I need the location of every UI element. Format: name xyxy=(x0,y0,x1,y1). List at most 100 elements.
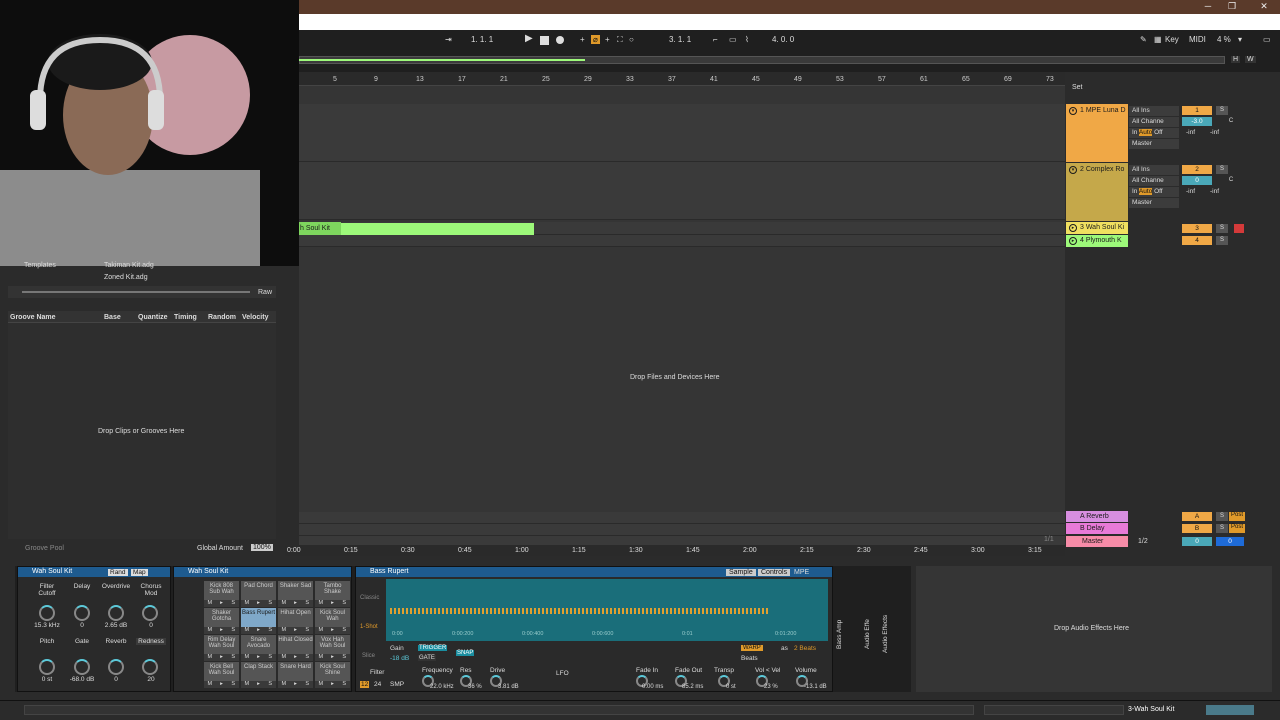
beat-ruler[interactable]: 5 9 13 17 21 25 29 33 37 41 45 49 53 57 … xyxy=(299,72,1065,86)
arrangement-position[interactable]: 1. 1. 1 xyxy=(471,35,493,44)
minimize-button[interactable]: ─ xyxy=(1200,1,1216,11)
macro-knob[interactable] xyxy=(39,659,55,675)
volume-field[interactable]: -3.0 xyxy=(1182,117,1212,126)
post-button[interactable]: Post xyxy=(1229,512,1245,521)
track-lane[interactable] xyxy=(299,162,1065,220)
rand-button[interactable]: Rand xyxy=(108,569,128,576)
macro-knob[interactable] xyxy=(39,605,55,621)
time-ruler[interactable]: 0:00 0:15 0:30 0:45 1:00 1:15 1:30 1:45 … xyxy=(285,546,1065,556)
lfo-label[interactable]: LFO xyxy=(556,670,569,677)
mode-oneshot[interactable]: 1-Shot xyxy=(360,624,378,630)
bass-amp-label[interactable]: Bass Amp xyxy=(836,580,846,688)
master-output[interactable]: 1/2 xyxy=(1138,538,1148,545)
grid-icon[interactable]: ▦ xyxy=(1154,35,1162,44)
metronome-icon[interactable]: ○ xyxy=(629,35,634,44)
browser-file[interactable]: Zoned Kit.adg xyxy=(104,274,148,281)
drum-pad[interactable]: Kick Bell Wah Soul M ▸ S xyxy=(204,662,240,688)
mode-slice[interactable]: Slice xyxy=(362,653,375,659)
return-activator[interactable]: A xyxy=(1182,512,1212,521)
arm-button[interactable] xyxy=(1234,224,1244,233)
track-lane[interactable] xyxy=(299,104,1065,162)
drum-pad[interactable]: Rim Delay Wah Soul M ▸ S xyxy=(204,635,240,661)
tab-sample[interactable]: Sample xyxy=(726,569,756,576)
raw-button[interactable]: Raw xyxy=(258,289,272,296)
drum-pad[interactable]: Kick 808 Sub Wah M ▸ S xyxy=(204,581,240,607)
solo-button[interactable]: S xyxy=(1216,106,1228,115)
master-pan[interactable]: 0 xyxy=(1216,537,1244,546)
groove-pool-area[interactable]: Drop Clips or Grooves Here xyxy=(8,323,276,539)
input-select[interactable]: All Ins xyxy=(1129,106,1179,116)
arrangement-overview[interactable]: H W xyxy=(299,50,1280,72)
hw-icon[interactable]: ▭ xyxy=(1263,35,1271,44)
fold-icon[interactable]: ▸ xyxy=(1069,237,1077,245)
drum-pad[interactable]: Shaker Gotcha M ▸ S xyxy=(204,608,240,634)
tab-mpe[interactable]: MPE xyxy=(794,569,809,576)
audio-effects-drop-zone[interactable]: Drop Audio Effects Here xyxy=(916,566,1272,692)
return-lane[interactable] xyxy=(299,512,1065,524)
global-amount-value[interactable]: 100% xyxy=(251,544,273,551)
drum-rack-title-bar[interactable]: Wah Soul Kit xyxy=(174,567,351,577)
channel-select[interactable]: All Channe xyxy=(1129,117,1179,127)
track-activator[interactable]: 2 xyxy=(1182,165,1212,174)
return-activator[interactable]: B xyxy=(1182,524,1212,533)
track-lane[interactable] xyxy=(299,235,1065,247)
h-button[interactable]: H xyxy=(1231,56,1241,63)
close-button[interactable]: ✕ xyxy=(1256,1,1272,12)
map-button[interactable]: Map xyxy=(131,569,148,576)
drum-pad[interactable]: Snare Hard M ▸ S xyxy=(278,662,314,688)
master-lane[interactable] xyxy=(299,536,1065,546)
key-map-button[interactable]: Key xyxy=(1165,35,1179,44)
smp-select[interactable]: SMP xyxy=(390,681,404,688)
fold-icon[interactable]: ▾ xyxy=(1069,166,1077,174)
drum-pad[interactable]: Kick Soul Shine M ▸ S xyxy=(315,662,351,688)
macro-knob[interactable] xyxy=(142,605,158,621)
macro-knob[interactable] xyxy=(108,659,124,675)
solo-button[interactable]: S xyxy=(1216,512,1228,521)
pan-field[interactable]: C xyxy=(1225,117,1237,126)
w-button[interactable]: W xyxy=(1245,56,1256,63)
fold-icon[interactable]: ▸ xyxy=(1069,224,1077,232)
restore-button[interactable]: ❐ xyxy=(1224,1,1240,12)
track-activator[interactable]: 3 xyxy=(1182,224,1212,233)
volume-field[interactable]: 0 xyxy=(1182,176,1212,185)
audio-effects-label[interactable]: Audio Effe xyxy=(864,580,874,688)
track-name[interactable]: ▸ 3 Wah Soul Ki xyxy=(1066,222,1128,234)
gate-button[interactable]: GATE xyxy=(418,655,436,661)
macro-knob[interactable] xyxy=(74,659,90,675)
drum-pad[interactable]: Clap Stack M ▸ S xyxy=(241,662,277,688)
beats-value[interactable]: 2 Beats xyxy=(794,645,816,652)
pan-field[interactable]: C xyxy=(1225,176,1237,185)
browser-item[interactable]: Templates xyxy=(24,262,56,269)
audio-effects-label[interactable]: Audio Effects xyxy=(882,580,892,688)
drum-pad[interactable]: Kick Soul Wah M ▸ S xyxy=(315,608,351,634)
browser-file[interactable]: Takiman Kit.adg xyxy=(104,262,154,269)
input-select[interactable]: All Ins xyxy=(1129,165,1179,175)
solo-button[interactable]: S xyxy=(1216,236,1228,245)
output-select[interactable]: Master xyxy=(1129,198,1179,208)
pencil-icon[interactable]: ✎ xyxy=(1140,35,1147,44)
chevron-down-icon[interactable]: ▾ xyxy=(1238,35,1242,44)
solo-button[interactable]: S xyxy=(1216,224,1228,233)
drum-pad[interactable]: Pad Chord M ▸ S xyxy=(241,581,277,607)
keyboard-icon[interactable]: ▭ xyxy=(729,35,737,44)
monitor-controls[interactable]: In Auto Off xyxy=(1129,187,1179,197)
drum-pad[interactable]: Hihat Open M ▸ S xyxy=(278,608,314,634)
track-name[interactable]: ▾ 2 Complex Ro xyxy=(1066,163,1128,221)
loop-start[interactable]: 3. 1. 1 xyxy=(669,35,691,44)
drum-pad[interactable]: Snare Avocado M ▸ S xyxy=(241,635,277,661)
gain-value[interactable]: -18 dB xyxy=(390,655,409,662)
track-name[interactable]: ▾ 1 MPE Luna D xyxy=(1066,104,1128,162)
snap-button[interactable]: SNAP xyxy=(456,650,475,656)
post-button[interactable]: Post xyxy=(1229,524,1245,533)
midi-map-button[interactable]: MIDI xyxy=(1189,35,1206,44)
drum-pad[interactable]: Vox Hah Wah Soul M ▸ S xyxy=(315,635,351,661)
beats-select[interactable]: Beats xyxy=(741,655,758,662)
selected-track-label[interactable]: 3-Wah Soul Kit xyxy=(1128,706,1174,713)
automation-arm-icon[interactable]: ⌀ xyxy=(591,35,600,44)
waveform-display[interactable]: 0:00 0:00:200 0:00:400 0:00:600 0:01 0:0… xyxy=(386,579,828,641)
drum-pad[interactable]: Hihat Closed M ▸ S xyxy=(278,635,314,661)
warp-button[interactable]: WARP xyxy=(741,645,763,651)
drum-pad[interactable]: Bass Rupert M ▸ S xyxy=(241,608,277,634)
play-button[interactable]: ▶ xyxy=(525,33,533,44)
track-name[interactable]: ▸ 4 Plymouth K xyxy=(1066,235,1128,247)
